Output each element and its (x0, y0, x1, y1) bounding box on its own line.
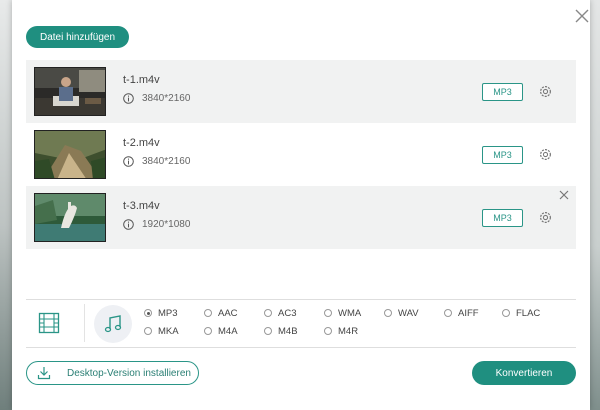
video-thumbnail (34, 130, 106, 179)
gear-icon[interactable] (538, 210, 553, 225)
tab-separator (84, 304, 85, 342)
format-option-mp3[interactable]: MP3 (144, 307, 178, 319)
radio-button[interactable] (324, 309, 332, 317)
radio-button[interactable] (264, 327, 272, 335)
radio-button[interactable] (264, 309, 272, 317)
format-label: WAV (398, 307, 419, 319)
file-row: t-2.m4v 3840*2160 MP3 (26, 123, 576, 186)
info-icon (123, 219, 134, 230)
audio-format-options: MP3 AAC AC3 WMA WAV AIFF FLAC MKA M4A M4… (144, 307, 564, 343)
output-format-button[interactable]: MP3 (482, 146, 523, 164)
gear-icon[interactable] (538, 147, 553, 162)
format-label: M4R (338, 325, 359, 337)
file-resolution: 1920*1080 (142, 219, 191, 230)
format-option-flac[interactable]: FLAC (502, 307, 540, 319)
format-option-m4a[interactable]: M4A (204, 325, 238, 337)
format-option-aac[interactable]: AAC (204, 307, 238, 319)
file-name: t-1.m4v (123, 74, 160, 86)
format-option-ac3[interactable]: AC3 (264, 307, 296, 319)
format-option-m4b[interactable]: M4B (264, 325, 298, 337)
output-format-button[interactable]: MP3 (482, 83, 523, 101)
format-label: AIFF (458, 307, 479, 319)
close-icon[interactable] (574, 8, 590, 24)
format-label: M4B (278, 325, 298, 337)
format-option-wav[interactable]: WAV (384, 307, 419, 319)
radio-button[interactable] (502, 309, 510, 317)
file-resolution: 3840*2160 (142, 93, 191, 104)
convert-dialog: Datei hinzufügen t-1.m4v 3840*2160 MP3 t… (12, 0, 590, 410)
file-row: t-1.m4v 3840*2160 MP3 (26, 60, 576, 123)
format-option-wma[interactable]: WMA (324, 307, 361, 319)
film-icon[interactable] (38, 312, 60, 334)
radio-button[interactable] (324, 327, 332, 335)
video-thumbnail (34, 193, 106, 242)
format-option-m4r[interactable]: M4R (324, 325, 358, 337)
convert-button[interactable]: Konvertieren (472, 361, 576, 385)
background-app-left (0, 0, 12, 410)
format-label: FLAC (516, 307, 541, 319)
add-file-button[interactable]: Datei hinzufügen (26, 26, 129, 48)
file-list: t-1.m4v 3840*2160 MP3 t-2.m4v 3840*2160 … (26, 60, 576, 249)
install-desktop-button[interactable]: Desktop-Version installieren (26, 361, 199, 385)
gear-icon[interactable] (538, 84, 553, 99)
format-label: M4A (218, 325, 238, 337)
radio-button[interactable] (444, 309, 452, 317)
format-label: AC3 (278, 307, 297, 319)
install-desktop-label: Desktop-Version installieren (67, 368, 191, 379)
file-resolution: 3840*2160 (142, 156, 191, 167)
output-format-button[interactable]: MP3 (482, 209, 523, 227)
radio-button[interactable] (204, 309, 212, 317)
format-label: AAC (218, 307, 238, 319)
divider (26, 347, 576, 348)
download-icon (37, 367, 51, 380)
music-note-icon (104, 315, 122, 333)
info-icon (123, 156, 134, 167)
radio-button[interactable] (144, 327, 152, 335)
radio-button[interactable] (204, 327, 212, 335)
file-name: t-2.m4v (123, 137, 160, 149)
file-name: t-3.m4v (123, 200, 160, 212)
divider (26, 299, 576, 300)
radio-button[interactable] (384, 309, 392, 317)
format-label: WMA (338, 307, 362, 319)
format-option-mka[interactable]: MKA (144, 325, 179, 337)
audio-tab[interactable] (94, 305, 132, 343)
remove-file-icon[interactable] (559, 190, 569, 200)
info-icon (123, 93, 134, 104)
format-option-aiff[interactable]: AIFF (444, 307, 479, 319)
file-row: t-3.m4v 1920*1080 MP3 (26, 186, 576, 249)
video-thumbnail (34, 67, 106, 116)
format-label: MKA (158, 325, 179, 337)
format-label: MP3 (158, 307, 178, 319)
radio-button[interactable] (144, 309, 152, 317)
